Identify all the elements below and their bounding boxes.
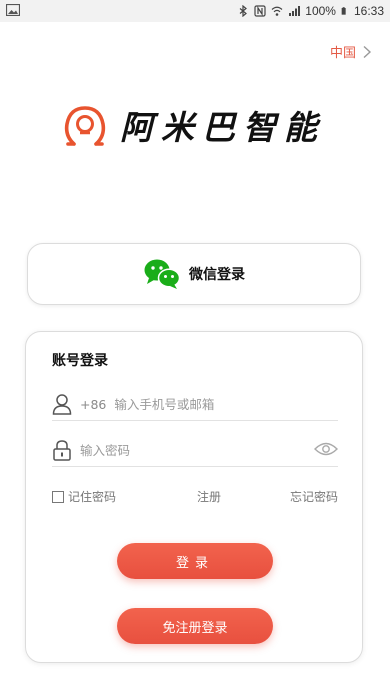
eye-icon[interactable] (314, 441, 338, 457)
wechat-login-label: 微信登录 (189, 267, 245, 283)
battery-percent: 100% (305, 4, 336, 18)
signal-icon (289, 6, 301, 16)
remember-password-checkbox[interactable]: 记住密码 (52, 488, 116, 505)
clock: 16:33 (353, 4, 384, 18)
battery-icon (341, 7, 346, 15)
login-button[interactable]: 登录 (117, 543, 273, 579)
region-label: 中国 (329, 45, 356, 60)
checkbox-box[interactable] (52, 490, 64, 503)
lock-icon (53, 440, 71, 461)
user-icon (52, 394, 72, 415)
remember-password-label: 记住密码 (68, 490, 117, 504)
image-icon (6, 4, 20, 16)
quick-login-button[interactable]: 免注册登录 (117, 608, 273, 644)
app-logo: 阿米巴智能 (64, 100, 325, 150)
country-code[interactable]: +86 (80, 397, 106, 412)
phone-email-input[interactable] (114, 396, 305, 412)
account-login-title: 账号登录 (52, 353, 108, 369)
password-field (52, 434, 338, 467)
password-input[interactable] (80, 442, 270, 458)
phone-field: +86 (52, 388, 338, 421)
account-login-card: 账号登录 +86 记住密码 注册 忘记密码 登录 免注册登录 (25, 331, 363, 663)
register-link[interactable]: 注册 (197, 488, 221, 505)
forgot-password-link[interactable]: 忘记密码 (290, 488, 338, 505)
login-options: 记住密码 注册 忘记密码 (52, 488, 338, 508)
region-selector[interactable]: 中国 (330, 42, 372, 61)
wechat-icon (144, 259, 181, 289)
logo-text: 阿米巴智能 (120, 108, 325, 147)
omega-logo-icon (64, 106, 106, 146)
bluetooth-icon (239, 5, 248, 17)
status-bar: 100% 16:33 (0, 0, 390, 22)
chevron-right-icon (363, 45, 372, 58)
nfc-icon (254, 5, 266, 17)
wifi-icon (271, 6, 283, 16)
wechat-login-button[interactable]: 微信登录 (27, 243, 361, 305)
